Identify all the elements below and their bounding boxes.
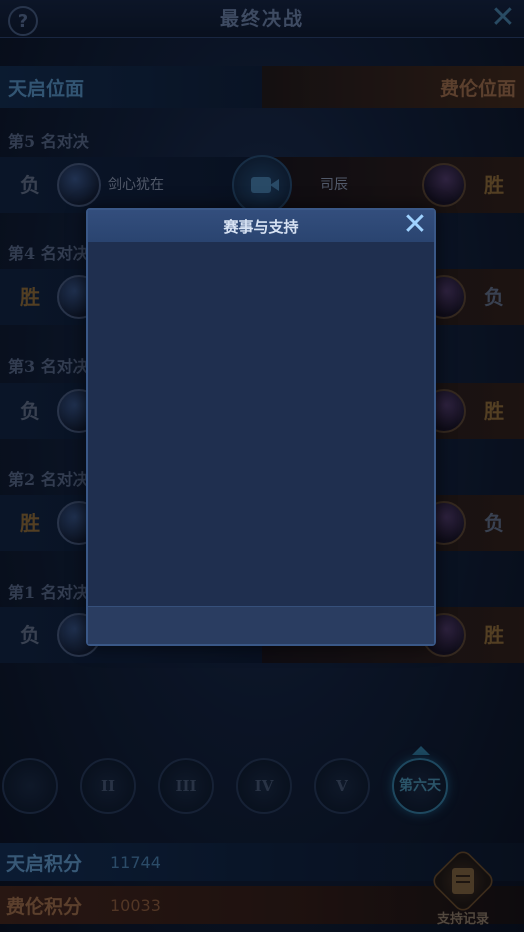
event-support-dialog: 赛事与支持 ✕ [86,208,436,646]
dialog-body [88,242,434,606]
dialog-footer [88,606,434,644]
final-battle-screen: ? 最终决战 ✕ 天启位面 费伦位面 第5 名对决 负 剑心犹在 胜 司辰 第4… [0,0,524,932]
dialog-title: 赛事与支持 [223,218,299,236]
close-icon[interactable]: ✕ [400,210,430,241]
dialog-header: 赛事与支持 ✕ [88,210,434,242]
